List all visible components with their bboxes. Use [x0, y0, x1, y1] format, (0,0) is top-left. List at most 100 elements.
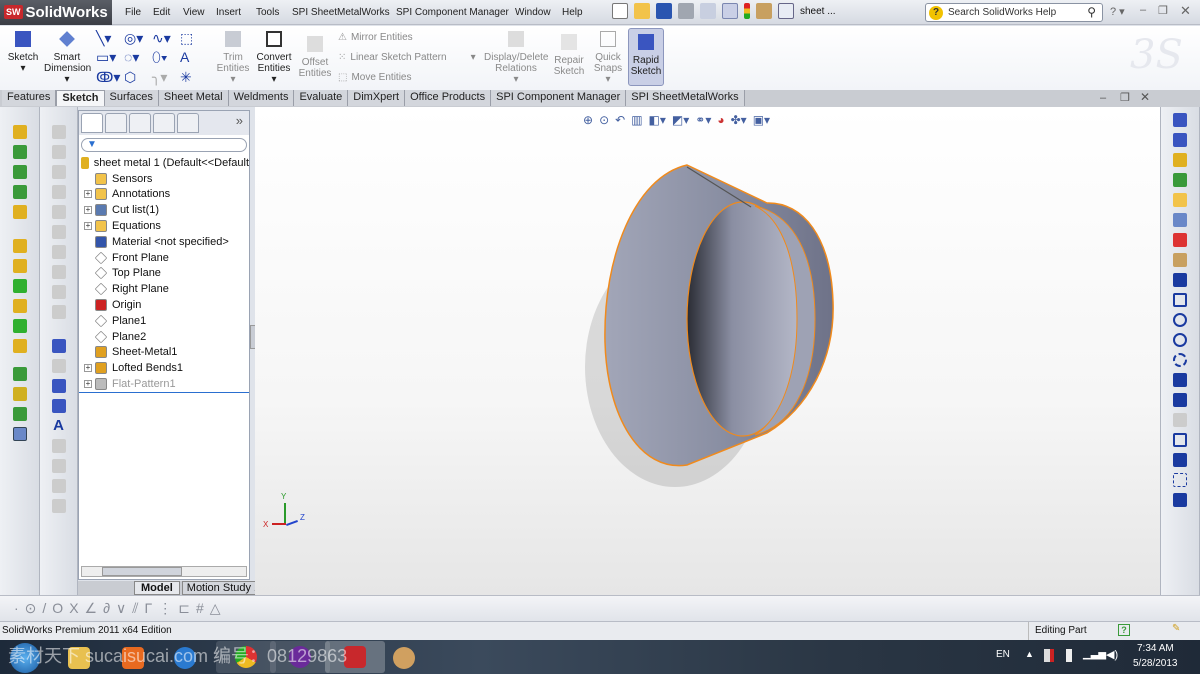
- shell-icon[interactable]: [12, 319, 27, 333]
- dropdown-icon[interactable]: ▾: [471, 52, 476, 63]
- tree-item[interactable]: + Equations: [79, 218, 249, 234]
- rebuild-icon[interactable]: [744, 3, 750, 19]
- tab-spi-component-manager[interactable]: SPI Component Manager: [491, 90, 627, 106]
- help-dropdown-icon[interactable]: ? ▾: [1110, 5, 1125, 18]
- tree-item[interactable]: Plane2: [79, 329, 249, 345]
- loft-icon[interactable]: [12, 279, 27, 293]
- menu-tools[interactable]: Tools: [256, 7, 279, 18]
- print-icon[interactable]: [678, 3, 694, 19]
- arc-right-icon[interactable]: [1173, 333, 1187, 347]
- action-center-icon[interactable]: [1044, 649, 1054, 662]
- tree-item[interactable]: Origin: [79, 297, 249, 313]
- doc-close-icon[interactable]: ✕: [1140, 90, 1150, 104]
- tree-root[interactable]: sheet metal 1 (Default<<Default: [79, 155, 249, 171]
- arc-icon[interactable]: ◌▾: [124, 48, 152, 67]
- rapid-sketch-button[interactable]: Rapid Sketch: [628, 28, 664, 86]
- extrude-icon[interactable]: [12, 239, 27, 253]
- display-delete-relations-button[interactable]: Display/Delete Relations ▾: [484, 31, 548, 85]
- tab-motion-study[interactable]: Motion Study 1: [181, 581, 266, 595]
- tree-item[interactable]: Sensors: [79, 171, 249, 187]
- check-icon[interactable]: ∨: [116, 600, 126, 617]
- app-logo[interactable]: SW SolidWorks: [0, 0, 112, 25]
- fillet-feature-icon[interactable]: [12, 339, 27, 353]
- text-icon[interactable]: A: [180, 48, 208, 67]
- mirror-entities-button[interactable]: ⚠ Mirror Entities: [338, 32, 413, 43]
- tangent-icon[interactable]: O: [52, 600, 63, 617]
- datum-icon[interactable]: [51, 479, 66, 493]
- tree-item[interactable]: + Annotations: [79, 187, 249, 203]
- polygon-icon[interactable]: ⬡: [124, 68, 152, 87]
- tab-surfaces[interactable]: Surfaces: [104, 90, 159, 106]
- help-search-input[interactable]: ? Search SolidWorks Help ⚲: [925, 3, 1103, 22]
- angle-icon[interactable]: ∠: [85, 600, 98, 617]
- parallel-icon[interactable]: ∂: [103, 600, 110, 617]
- sketch-tool-icon[interactable]: [12, 125, 27, 139]
- convert-dashed-icon[interactable]: ⬚: [180, 29, 208, 48]
- point-relation-icon[interactable]: ·: [14, 600, 19, 617]
- tab-office-products[interactable]: Office Products: [405, 90, 492, 106]
- tree-item[interactable]: + Flat-Pattern1: [79, 376, 249, 392]
- undo-icon[interactable]: [700, 3, 716, 19]
- fillet-right-icon[interactable]: [1173, 413, 1187, 427]
- tree-item[interactable]: Right Plane: [79, 281, 249, 297]
- language-indicator[interactable]: EN: [996, 649, 1010, 660]
- tree-item[interactable]: Sheet-Metal1: [79, 345, 249, 361]
- menu-spi-sheetmetalworks[interactable]: SPI SheetMetalWorks: [292, 7, 390, 18]
- line-icon[interactable]: ╲▾: [96, 29, 124, 48]
- pattern-icon[interactable]: [12, 367, 27, 381]
- volume-icon[interactable]: ◀): [1106, 648, 1118, 661]
- relation-tool-icon[interactable]: [12, 165, 27, 179]
- split-icon[interactable]: [51, 225, 66, 239]
- save-icon[interactable]: [656, 3, 672, 19]
- spell-check-icon[interactable]: [51, 379, 66, 393]
- paint-icon[interactable]: [393, 647, 415, 669]
- sketch-fillet-icon[interactable]: [51, 125, 66, 139]
- menu-file[interactable]: File: [125, 7, 141, 18]
- tree-item[interactable]: Front Plane: [79, 250, 249, 266]
- repair-sketch-button[interactable]: Repair Sketch: [552, 34, 586, 77]
- menu-insert[interactable]: Insert: [216, 7, 241, 18]
- move-tool-icon[interactable]: [51, 265, 66, 279]
- linear-sketch-pattern-button[interactable]: ⁙ Linear Sketch Pattern ▾: [338, 52, 476, 63]
- extend-icon[interactable]: [51, 205, 66, 219]
- help-icon[interactable]: ?: [1118, 624, 1130, 636]
- balloon-icon[interactable]: [51, 439, 66, 453]
- move-entities-button[interactable]: ⬚ Move Entities: [338, 72, 411, 83]
- expand-icon[interactable]: +: [84, 380, 92, 389]
- slot-icon[interactable]: ↂ▾: [96, 68, 124, 87]
- menu-spi-component-manager[interactable]: SPI Component Manager: [396, 7, 509, 18]
- tree-item[interactable]: Top Plane: [79, 266, 249, 282]
- configuration-manager-tab-icon[interactable]: [129, 113, 151, 133]
- tree-item[interactable]: + Lofted Bends1: [79, 360, 249, 376]
- scrollbar-thumb[interactable]: [102, 567, 182, 576]
- smart-dimension-tool-icon[interactable]: [51, 339, 66, 353]
- network-icon[interactable]: ▁▃▅: [1083, 649, 1106, 660]
- circle-icon[interactable]: ◎▾: [124, 29, 152, 48]
- instant3d-icon[interactable]: [12, 427, 27, 441]
- format-painter-icon[interactable]: [51, 399, 66, 413]
- scale-icon[interactable]: [51, 305, 66, 319]
- appearances-icon[interactable]: [1173, 233, 1187, 247]
- search-magnifier-icon[interactable]: ⚲: [1087, 5, 1096, 19]
- design-library-icon[interactable]: [1173, 173, 1187, 187]
- circle-right-icon[interactable]: [1173, 313, 1187, 327]
- sweep-icon[interactable]: [12, 299, 27, 313]
- doc-restore-icon[interactable]: ❐: [1120, 91, 1130, 104]
- tangent-arc-icon[interactable]: [1173, 353, 1187, 367]
- spline-icon[interactable]: ∿▾: [152, 29, 180, 48]
- file-properties-icon[interactable]: [756, 3, 772, 19]
- convert-entities-button[interactable]: Convert Entities ▾: [254, 31, 294, 85]
- open-folder-icon[interactable]: [634, 3, 650, 19]
- construction-icon[interactable]: [1173, 473, 1187, 487]
- note-icon[interactable]: A: [52, 418, 66, 433]
- minimize-icon[interactable]: –: [1140, 4, 1146, 16]
- slash-icon[interactable]: /: [42, 600, 46, 617]
- select-pointer-icon[interactable]: [722, 3, 738, 19]
- display-manager-tab-icon[interactable]: [177, 113, 199, 133]
- polygon-right-icon[interactable]: [1173, 433, 1187, 447]
- feature-manager-tab-icon[interactable]: [81, 113, 103, 133]
- offset-entities-button[interactable]: Offset Entities: [298, 36, 332, 79]
- feature-tool-icon[interactable]: [12, 205, 27, 219]
- tab-features[interactable]: Features: [2, 90, 57, 106]
- dimension-right-icon[interactable]: [1173, 133, 1187, 147]
